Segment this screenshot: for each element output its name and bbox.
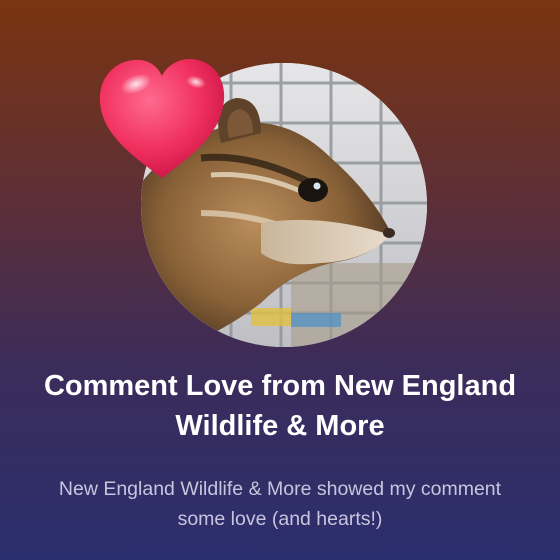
- card-description: New England Wildlife & More showed my co…: [58, 478, 502, 530]
- comment-love-card: Comment Love from New England Wildlife &…: [0, 0, 560, 560]
- card-title: Comment Love from New England Wildlife &…: [43, 370, 517, 442]
- heart-icon: [96, 54, 228, 182]
